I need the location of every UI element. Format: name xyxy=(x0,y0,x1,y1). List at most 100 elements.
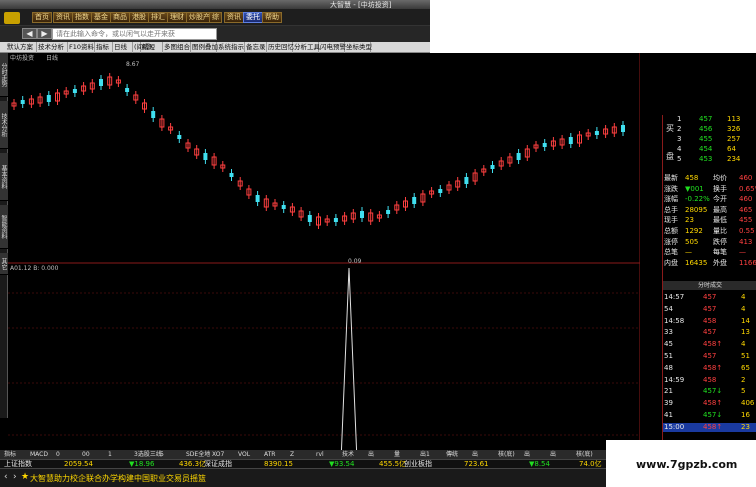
indicator-tab[interactable]: 出 xyxy=(472,450,478,459)
stat-value: 1292 xyxy=(685,227,703,235)
indicator-tab[interactable]: XO7 xyxy=(212,450,224,459)
candle-body xyxy=(333,218,338,222)
tool-2[interactable]: F10资料 xyxy=(68,42,95,53)
order-book-row: 4 454 64 xyxy=(663,145,756,154)
indicator-tab[interactable]: 核(底) xyxy=(498,450,515,459)
tool-0[interactable]: 默认方案 xyxy=(6,42,37,53)
indicator-tab[interactable]: 技术 xyxy=(342,450,354,459)
tick-volume: 13 xyxy=(741,328,750,337)
tick-row: 14:58 458 14 xyxy=(663,317,756,326)
indicator-tab[interactable]: 1 xyxy=(108,450,112,459)
tool-13[interactable]: 闪电预警 xyxy=(319,42,346,53)
star-icon: ★ xyxy=(21,472,30,482)
indicator-tab[interactable]: 量 xyxy=(394,450,400,459)
stat-value: 455 xyxy=(739,216,753,225)
indicator-tab[interactable]: VOL xyxy=(238,450,250,459)
side-tab-2[interactable]: 基本资料 xyxy=(0,153,8,201)
tool-12[interactable]: 分析工具 xyxy=(293,42,320,53)
spike-line xyxy=(8,267,640,462)
tool-7[interactable]: 多图组合 xyxy=(163,42,191,53)
title-bar: 大智慧 - [中坊投资] xyxy=(0,0,430,9)
command-bar: ◀ ▶ xyxy=(0,26,430,42)
book-level: 1 xyxy=(677,115,682,123)
prev-icon[interactable]: ‹ xyxy=(4,472,8,482)
tick-volume: 14 xyxy=(741,316,750,325)
stat-label: 涨跌 xyxy=(664,184,678,193)
tool-6[interactable]: 缩短 xyxy=(141,42,163,53)
indicator-tab[interactable]: 出1 xyxy=(420,450,430,459)
side-tab-0[interactable]: 分时走势 xyxy=(0,53,8,97)
menu-item-2[interactable]: 指数 xyxy=(72,12,92,23)
indicator-tab[interactable]: MACD xyxy=(30,450,48,459)
menu-item-1[interactable]: 资讯 xyxy=(53,12,73,23)
lower-indicator-label: A01.12 B: 0.000 xyxy=(10,265,59,272)
stat-label: 每笔 xyxy=(713,248,727,257)
stat-value: — xyxy=(685,248,692,257)
indicator-tab[interactable]: ATR xyxy=(264,450,275,459)
tick-price: 458↑ xyxy=(703,363,723,372)
function-toolbar: 默认方案 技术分析 F10资料 指标 日线 (间隔) 缩短 多图组合 图例叠加 系统指示 备忘录 历史… xyxy=(0,42,430,53)
candle-body xyxy=(255,195,260,202)
tick-price: 458↑ xyxy=(703,340,723,349)
indicator-tab[interactable]: rvl xyxy=(316,450,324,459)
menu-item-11[interactable]: 委托 xyxy=(243,12,263,23)
menu-item-10[interactable]: 资讯 xyxy=(224,12,244,23)
candle-body xyxy=(386,210,391,214)
stat-label: 换手 xyxy=(713,184,727,193)
scroll-text[interactable]: 大智慧助力校企联合办学构建中国职业交易员摇篮 xyxy=(30,473,206,484)
next-icon[interactable]: › xyxy=(13,472,17,482)
indicator-tab[interactable]: 指标 xyxy=(4,450,16,459)
tool-14[interactable]: 坐标类型 xyxy=(345,42,372,53)
tick-volume: 2 xyxy=(741,375,746,384)
indicator-tab[interactable]: 出 xyxy=(524,450,530,459)
stat-label: 最高 xyxy=(713,205,727,214)
indicator-tab[interactable]: SDE全地 xyxy=(186,450,210,459)
stat-label: 均价 xyxy=(713,174,727,182)
back-icon[interactable]: ◀ xyxy=(22,28,37,39)
side-tab-4[interactable]: 其它 xyxy=(0,253,8,275)
watermark: www.7gpzb.com xyxy=(636,458,738,471)
tool-4[interactable]: 日线 xyxy=(113,42,133,53)
candle-body xyxy=(516,153,521,160)
tool-10[interactable]: 备忘录 xyxy=(245,42,267,53)
menu-item-5[interactable]: 港股 xyxy=(129,12,149,23)
tick-volume: 65 xyxy=(741,363,750,372)
stat-row: 涨幅 -0.22% 今开 460 xyxy=(663,195,756,204)
menu-item-9[interactable]: 综 xyxy=(209,12,222,23)
side-tabs: 分时走势技术分析基本资料智能资料其它 xyxy=(0,53,8,418)
indicator-tab[interactable]: 3选股三线 xyxy=(134,450,162,459)
indicator-tab[interactable]: 5 xyxy=(160,450,164,459)
tick-volume: 4 xyxy=(741,304,746,313)
indicator-tab[interactable]: 0 xyxy=(56,450,60,459)
tool-11[interactable]: 历史回忆 xyxy=(267,42,294,53)
menu-item-3[interactable]: 基金 xyxy=(91,12,111,23)
indicator-tab[interactable]: 00 xyxy=(82,450,90,459)
candle-body xyxy=(20,100,25,104)
tick-time: 33 xyxy=(664,328,673,337)
stat-row: 总手 28095 最高 465 xyxy=(663,206,756,215)
tick-row: 51 457 51 xyxy=(663,352,756,361)
menu-item-4[interactable]: 商品 xyxy=(110,12,130,23)
tool-5[interactable]: (间隔) xyxy=(133,42,152,53)
kline-chart[interactable]: 中坊投资日线8.67A01.12 B: 0.0000.097.216.120.6… xyxy=(8,53,640,462)
stat-value: -0.22% xyxy=(685,195,710,204)
tool-3[interactable]: 指标 xyxy=(95,42,113,53)
menu-item-7[interactable]: 理财 xyxy=(167,12,187,23)
menu-item-0[interactable]: 首页 xyxy=(32,12,52,23)
indicator-tab[interactable]: 出 xyxy=(550,450,556,459)
command-input[interactable] xyxy=(52,28,217,40)
indicator-tab[interactable]: Z xyxy=(290,450,294,459)
candle-body xyxy=(281,205,286,209)
tool-1[interactable]: 技术分析 xyxy=(37,42,68,53)
tool-8[interactable]: 图例叠加 xyxy=(191,42,218,53)
indicator-tab[interactable]: 出 xyxy=(368,450,374,459)
tick-volume: 4 xyxy=(741,293,746,301)
tool-9[interactable]: 系统指示 xyxy=(217,42,245,53)
indicator-tab[interactable]: 傳统 xyxy=(446,450,458,459)
menu-item-6[interactable]: 排汇 xyxy=(148,12,168,23)
indicator-tab[interactable]: 核(底) xyxy=(576,450,593,459)
side-tab-1[interactable]: 技术分析 xyxy=(0,101,8,149)
forward-icon[interactable]: ▶ xyxy=(37,28,52,39)
menu-item-12[interactable]: 帮助 xyxy=(262,12,282,23)
side-tab-3[interactable]: 智能资料 xyxy=(0,205,8,249)
